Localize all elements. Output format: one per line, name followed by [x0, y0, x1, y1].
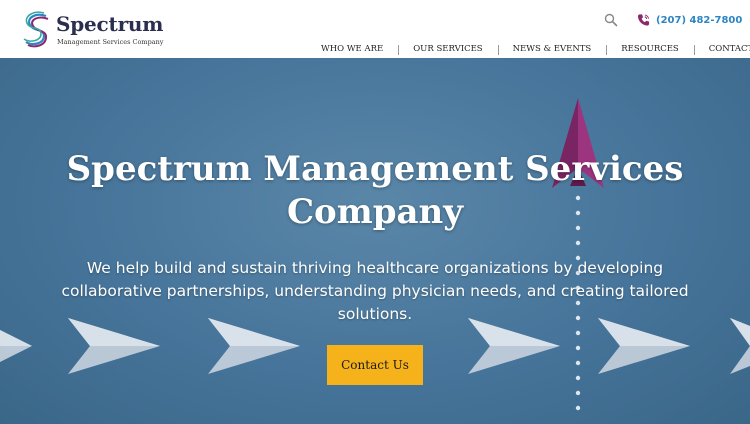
nav-who-we-are[interactable]: WHO WE ARE [306, 44, 398, 54]
spectrum-logo-icon [23, 11, 49, 48]
phone-number: (207) 482-7800 [656, 14, 743, 26]
nav-news-events[interactable]: NEWS & EVENTS [497, 44, 607, 55]
phone-link[interactable]: (207) 482-7800 [637, 11, 742, 29]
phone-icon [637, 14, 650, 26]
contact-us-button[interactable]: Contact Us [327, 345, 423, 385]
main-nav: WHO WE ARE OUR SERVICES NEWS & EVENTS RE… [306, 42, 750, 56]
hero-title-line2: Company [287, 192, 463, 232]
nav-our-services[interactable]: OUR SERVICES [398, 44, 497, 55]
logo[interactable]: Spectrum Management Services Company [22, 10, 164, 50]
logo-subtitle: Management Services Company [57, 38, 164, 46]
hero-description: We help build and sustain thriving healt… [61, 259, 689, 323]
nav-contact[interactable]: CONTACT [693, 44, 750, 55]
search-icon[interactable] [604, 13, 618, 27]
logo-title: Spectrum [56, 12, 164, 36]
site-header: Spectrum Management Services Company (20… [0, 0, 750, 58]
nav-resources[interactable]: RESOURCES [606, 44, 694, 55]
hero-title: Spectrum Management Services Company [0, 148, 750, 234]
hero-section: Spectrum Management Services Company We h… [0, 58, 750, 424]
hero-title-line1: Spectrum Management Services [66, 149, 684, 189]
